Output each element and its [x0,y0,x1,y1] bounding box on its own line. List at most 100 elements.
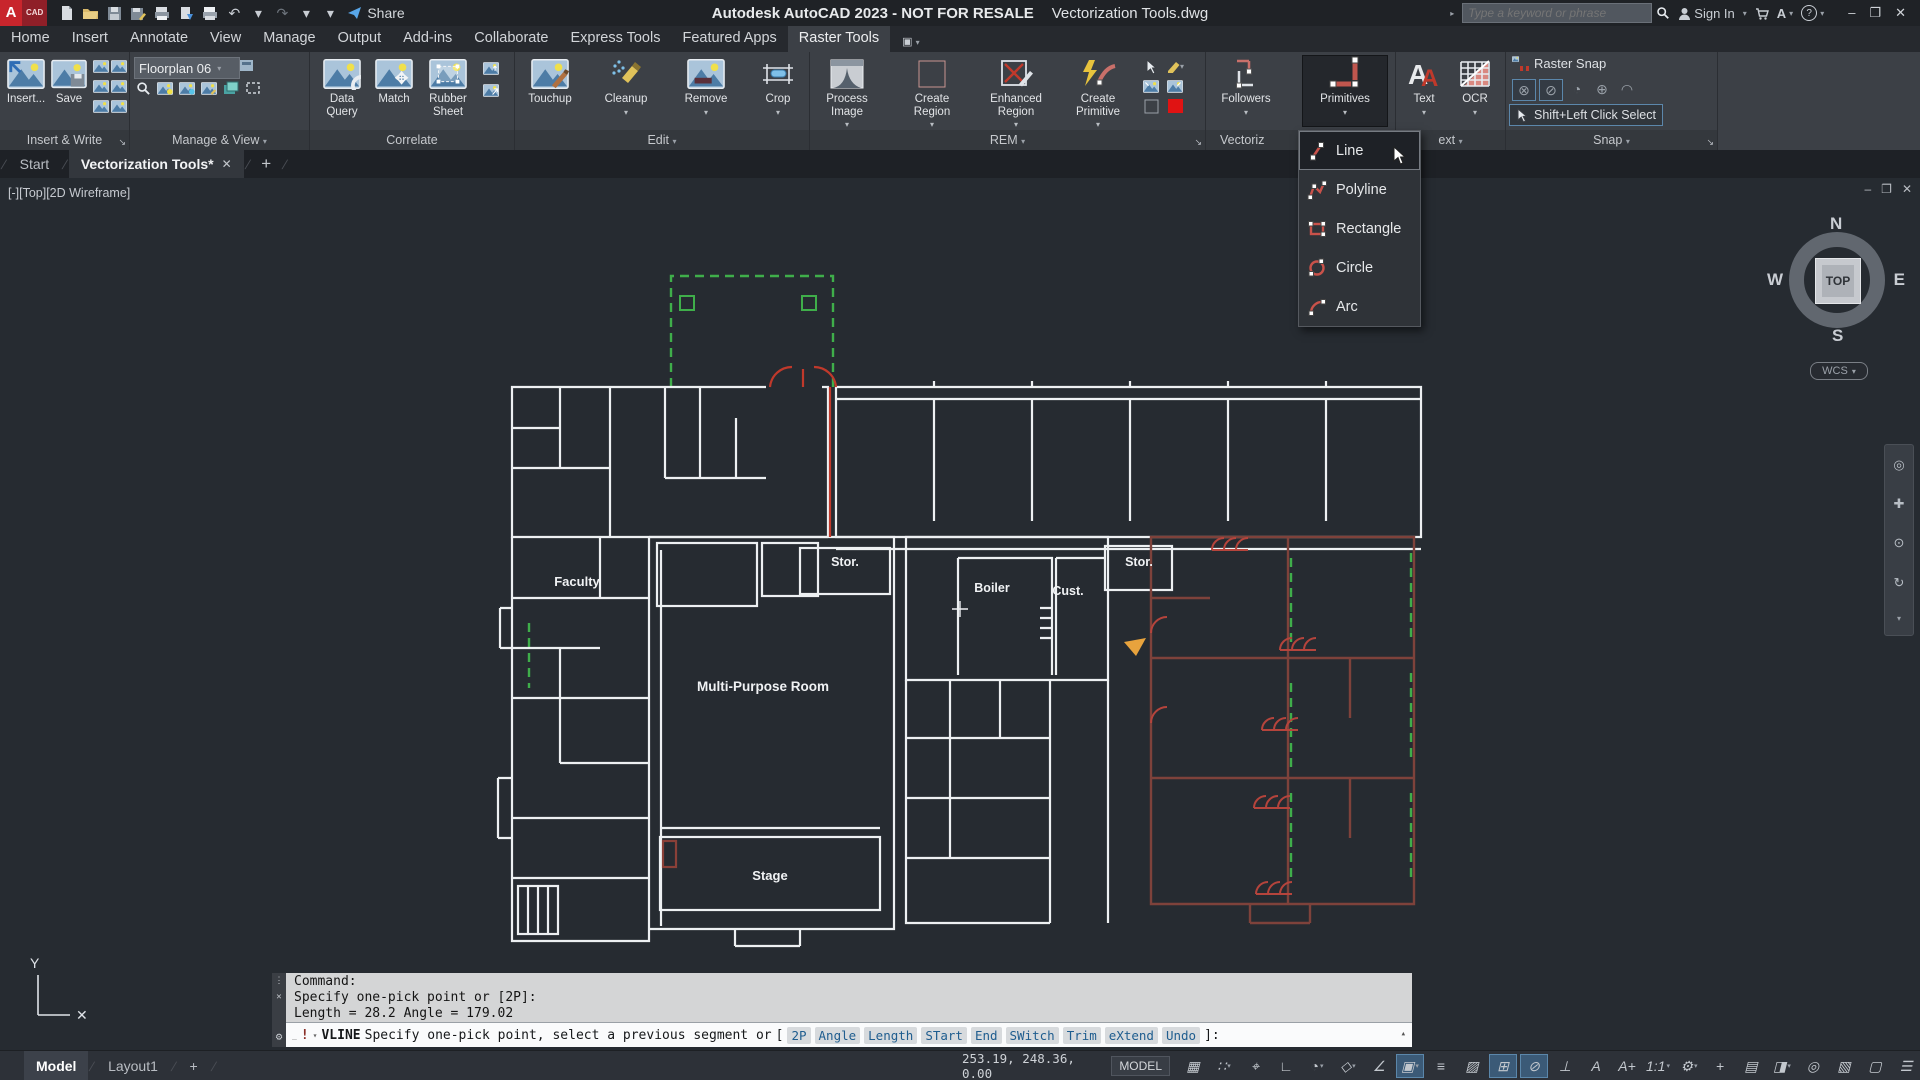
annotation-monitor-icon[interactable]: + [1706,1054,1734,1078]
color-swatch-mini-icon[interactable] [1166,98,1184,114]
isolate-objects-icon[interactable]: ◎ [1799,1054,1827,1078]
data-query-button[interactable]: Data Query [318,55,366,118]
command-history[interactable]: Command: Specify one-pick point or [2P]:… [286,973,1412,1022]
file-tab-active[interactable]: Vectorization Tools* ✕ [69,150,244,178]
panel-label-edit[interactable]: Edit ▾ [515,130,809,150]
polar-tracking-icon[interactable]: ◔▾ [1303,1054,1331,1078]
rubber-sheet-button[interactable]: Rubber Sheet [422,55,474,118]
graphics-performance-icon[interactable]: ▧ [1830,1054,1858,1078]
qat-customize-icon[interactable]: ▾ [319,2,341,24]
command-option-length[interactable]: Length [864,1027,917,1044]
match-button[interactable]: Match [372,55,416,106]
select-region-mini-icon[interactable] [1142,58,1160,74]
new-drawing-tab-button[interactable]: + [251,154,281,174]
etransmit-icon[interactable] [175,2,197,24]
tab-featured-apps[interactable]: Featured Apps [671,26,787,52]
pan-icon[interactable]: ✚ [1894,496,1905,512]
autodesk-apps-icon[interactable]: A▾ [1777,6,1793,21]
redo-caret-icon[interactable]: ▾ [295,2,317,24]
image-manager-mini-icon[interactable] [238,58,256,74]
compass-west[interactable]: W [1767,270,1783,290]
split-region-mini-icon[interactable] [1166,78,1184,94]
search-icon[interactable] [1656,6,1670,20]
remove-button[interactable]: Remove ▾ [677,55,735,119]
crop-button[interactable]: Crop ▾ [753,55,803,119]
contrast-mini-icon[interactable] [178,80,196,96]
enhanced-region-button[interactable]: Enhanced Region ▾ [977,55,1055,132]
panel-label-insert-write[interactable]: Insert & Write [0,130,129,150]
units-icon[interactable]: ▤ [1737,1054,1765,1078]
shift-left-click-select-toggle[interactable]: Shift+Left Click Select [1509,104,1663,126]
osnap-3d-icon[interactable]: ⊘ [1520,1054,1548,1078]
share-button[interactable]: Share [347,5,404,21]
hatch-swatch-mini-icon[interactable] [1142,98,1160,114]
raster-snap-toggle[interactable]: Raster Snap [1512,56,1606,71]
save-image-button[interactable]: Save [50,55,88,106]
compass-north[interactable]: N [1830,214,1842,234]
tab-manage[interactable]: Manage [252,26,326,52]
search-input[interactable] [1462,3,1652,23]
annotation-autoscale-icon[interactable]: A+ [1613,1054,1641,1078]
tab-home[interactable]: Home [0,26,61,52]
command-close-icon[interactable]: ✕ [276,992,281,1002]
layout1-tab[interactable]: Layout1 [96,1051,170,1080]
redo-button[interactable]: ↷ [271,2,293,24]
view-cube-top-face[interactable]: TOP [1815,258,1861,304]
ocr-button[interactable]: OCR ▾ [1452,55,1498,119]
tab-add-ins[interactable]: Add-ins [392,26,463,52]
create-primitive-button[interactable]: Create Primitive ▾ [1062,55,1134,132]
command-option-end[interactable]: End [971,1027,1002,1044]
object-snap-tracking-icon[interactable]: ∠ [1365,1054,1393,1078]
command-option-2p[interactable]: 2P [787,1027,810,1044]
compass-east[interactable]: E [1894,270,1905,290]
tab-insert[interactable]: Insert [61,26,119,52]
merge-region-mini-icon[interactable] [1142,78,1160,94]
model-tab[interactable]: Model [24,1051,88,1080]
command-history-expand-icon[interactable]: ▴ [1401,1029,1406,1039]
selection-cycling-icon[interactable]: ⊞ [1489,1054,1517,1078]
panel-expand-icon[interactable]: ↘ [1194,138,1202,147]
tab-collaborate[interactable]: Collaborate [463,26,559,52]
close-tab-icon[interactable]: ✕ [222,157,232,171]
image-world-mini-icon[interactable] [110,78,128,94]
sign-in-button[interactable]: Sign In [1678,6,1734,21]
minimize-button[interactable]: ‒ [1848,5,1855,21]
plot-icon[interactable] [151,2,173,24]
compass-south[interactable]: S [1832,326,1843,346]
image-select-combo[interactable]: Floorplan 06▾ [134,57,240,79]
panel-label-snap[interactable]: Snap ▾ [1506,130,1717,150]
displace-mini-icon[interactable] [482,60,500,76]
isometric-drafting-icon[interactable]: ◇▾ [1334,1054,1362,1078]
image-capture-mini-icon[interactable] [110,98,128,114]
tab-annotate[interactable]: Annotate [119,26,199,52]
new-layout-button[interactable]: + [178,1051,210,1080]
snap-center-icon[interactable]: ⊕ [1591,79,1613,99]
workspace-icon[interactable]: ⚙▾ [1675,1054,1703,1078]
primitives-button[interactable]: Primitives ▾ [1302,55,1388,127]
process-image-button[interactable]: Process Image ▾ [815,55,879,132]
cleanup-button[interactable]: Cleanup ▾ [597,55,655,119]
image-frame-toggle-mini-icon[interactable] [244,80,262,96]
grid-icon[interactable]: ▦ [1179,1054,1207,1078]
command-option-undo[interactable]: Undo [1162,1027,1200,1044]
touchup-button[interactable]: Touchup [521,55,579,106]
app-store-icon[interactable] [1755,7,1769,20]
command-grip-icon[interactable]: ⋮ [275,976,284,986]
wcs-selector[interactable]: WCS▾ [1810,362,1868,380]
panel-label-correlate[interactable]: Correlate [310,130,514,150]
scale-mini-icon[interactable] [482,82,500,98]
tab-output[interactable]: Output [327,26,393,52]
tab-express-tools[interactable]: Express Tools [559,26,671,52]
text-button[interactable]: AA Text ▾ [1402,55,1446,119]
search-history-icon[interactable]: ▸ [1450,9,1454,18]
command-customize-icon[interactable]: ⚙ [276,1030,283,1043]
command-option-start[interactable]: STart [921,1027,967,1044]
open-file-icon[interactable] [79,2,101,24]
nav-wheel-icon[interactable]: ◎ [1893,457,1904,473]
save-as-icon[interactable] [127,2,149,24]
snap-endpoint-icon[interactable]: ⊗ [1512,79,1536,101]
sign-in-caret-icon[interactable]: ▾ [1743,9,1747,18]
zoom-icon[interactable]: ⊙ [1894,535,1905,551]
save-icon[interactable] [103,2,125,24]
menu-item-polyline[interactable]: Polyline [1299,170,1420,209]
